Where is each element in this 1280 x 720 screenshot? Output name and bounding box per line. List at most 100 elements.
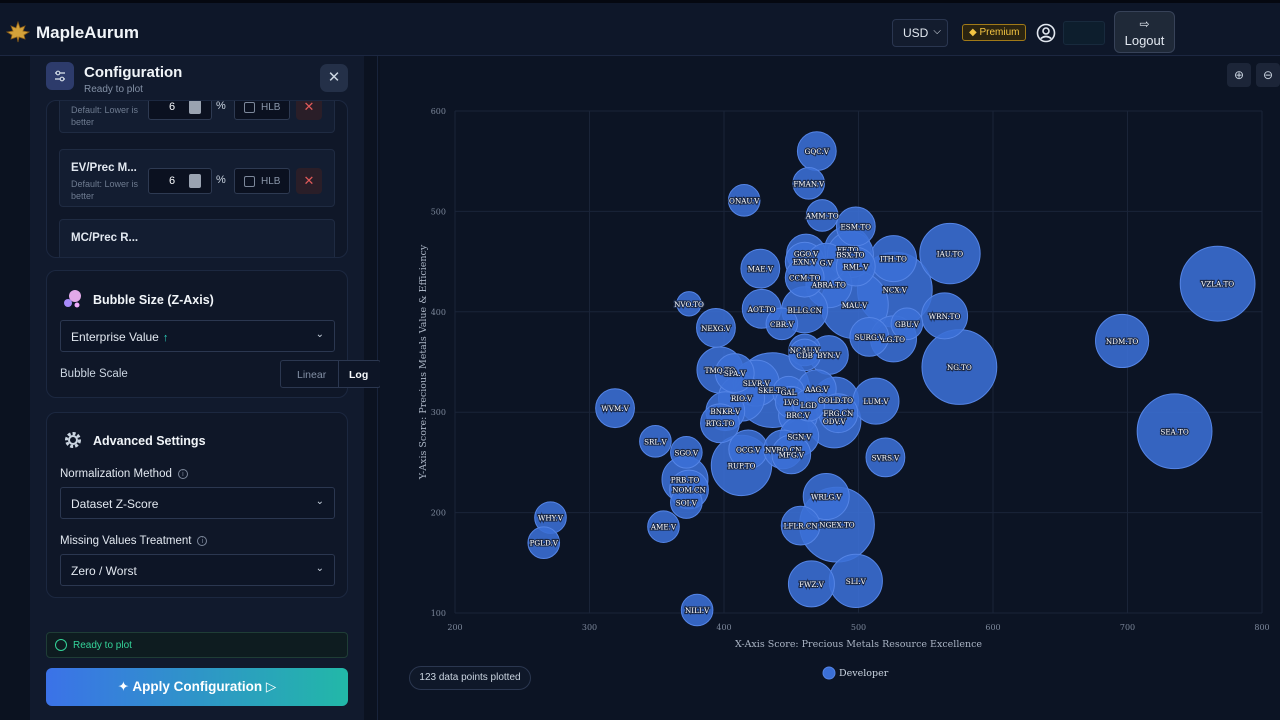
legend-label: Developer (839, 668, 889, 679)
y-tick-label: 300 (431, 408, 446, 417)
metric-name: EV/Prec M... (71, 162, 137, 174)
data-label: SRL.V (644, 437, 667, 446)
data-label: LFLR.CN (784, 522, 818, 531)
bubble-size-card: Bubble Size (Z-Axis) Enterprise Value ↑ ⌄… (46, 270, 381, 398)
stepper-icon[interactable] (189, 174, 201, 188)
premium-badge[interactable]: ◆ Premium (962, 24, 1027, 41)
data-label: SURG.V (855, 333, 885, 342)
data-label: NG.TO (947, 363, 972, 372)
data-label: NOM.CN (672, 486, 706, 495)
metric-default: Default: Lower is better (71, 105, 139, 127)
apply-label: Apply Configuration (132, 679, 263, 694)
hlb-label: HLB (261, 102, 281, 113)
scatter-chart[interactable]: 200 300 400 500 600 700 800100200300400500600X… (380, 56, 1280, 720)
normalization-select[interactable]: Dataset Z-Score ⌄ (60, 487, 335, 519)
bubble-metric-value: Enterprise Value (71, 330, 159, 344)
info-icon[interactable]: i (197, 536, 208, 546)
metric-unit: % (216, 174, 226, 186)
data-label: PRB.TO (671, 475, 700, 484)
data-label: SLVR.V (743, 379, 771, 388)
data-label: RML.V (843, 263, 869, 272)
metric-name: MC/Prec R... (71, 232, 139, 244)
apply-configuration-button[interactable]: ✦ Apply Configuration ▷ (46, 668, 348, 706)
logout-button[interactable]: ⇨ Logout (1114, 11, 1175, 53)
data-label: VZLA.TO (1200, 280, 1234, 289)
bubble-scale-toggle[interactable]: Linear Log (280, 360, 381, 388)
data-label: ODV.V (823, 417, 847, 426)
metric-row: EV/Prec M... Default: Lower is better 6 … (59, 149, 335, 207)
data-label: SEA.TO (1160, 427, 1188, 436)
data-label: WHY.V (538, 514, 564, 523)
user-name-box[interactable] (1063, 21, 1105, 45)
data-label: PGLD.V (530, 539, 559, 548)
currency-select[interactable]: USD ⌵ (892, 19, 948, 47)
status-text: Ready to plot (73, 640, 132, 651)
sparkle-icon: ✦ (117, 679, 130, 694)
scale-log-option[interactable]: Log (349, 369, 368, 381)
data-label: AOT.TO (747, 305, 776, 314)
metric-row: MC/Prec R... (59, 219, 335, 257)
data-label: RUP.TO (728, 461, 756, 470)
x-tick-label: 500 (851, 623, 866, 632)
config-title: Configuration (84, 64, 183, 81)
remove-metric-icon[interactable]: ✕ (296, 101, 322, 120)
data-label: IAU.TO (937, 250, 964, 259)
maple-leaf-icon (6, 21, 30, 43)
top-bar: MapleAurum USD ⌵ ◆ Premium ⇨ Logout (0, 0, 1280, 56)
data-label: WVM.V (601, 404, 629, 413)
brand-name[interactable]: MapleAurum (36, 23, 139, 43)
x-axis-label: X-Axis Score: Precious Metals Resource E… (735, 639, 982, 650)
data-label: CBR.V (770, 320, 794, 329)
data-label: FRG.CN (823, 409, 853, 418)
missing-values-select[interactable]: Zero / Worst ⌄ (60, 554, 335, 586)
checkbox-icon[interactable] (244, 176, 255, 187)
scale-linear-option[interactable]: Linear (297, 369, 326, 381)
data-label: NDM.TO (1106, 337, 1138, 346)
data-label: BYN.V (817, 351, 841, 360)
logout-icon: ⇨ (1139, 17, 1150, 31)
data-label: GQC.V (805, 147, 830, 156)
advanced-settings-title: Advanced Settings (93, 434, 206, 448)
gear-icon (62, 429, 84, 451)
normalization-value: Dataset Z-Score (71, 497, 159, 511)
bubbles-icon (62, 288, 84, 310)
normalization-label-text: Normalization Method (60, 468, 172, 480)
info-icon[interactable]: i (177, 469, 188, 479)
data-label: OCG.V (736, 445, 761, 454)
data-label: MAU.V (842, 301, 868, 310)
data-label: BLLG.CN (788, 306, 822, 315)
data-label: LG.TO (882, 335, 905, 344)
data-label: G.V (820, 259, 834, 268)
data-label: ITH.TO (880, 255, 907, 264)
data-label: SOI.V (676, 499, 698, 508)
data-label: GOLD.TO (818, 396, 853, 405)
remove-metric-icon[interactable]: ✕ (296, 168, 322, 194)
stepper-icon[interactable] (189, 101, 201, 114)
legend-marker (822, 666, 836, 680)
data-label: BSX.TO (836, 251, 864, 260)
status-bar: Ready to plot (46, 632, 348, 658)
metric-list[interactable]: Default: Lower is better 6 % HLB ✕ EV/Pr… (46, 100, 348, 258)
bubble-metric-select[interactable]: Enterprise Value ↑ ⌄ (60, 320, 335, 352)
config-subtitle: Ready to plot (84, 84, 143, 95)
metric-weight-input[interactable]: 6 (148, 101, 212, 120)
y-axis-label: Y-Axis Score: Precious Metals Value & Ef… (418, 244, 429, 480)
metric-row: Default: Lower is better 6 % HLB ✕ (59, 101, 335, 133)
close-icon[interactable]: ✕ (320, 64, 348, 92)
data-label: SPA.V (724, 369, 747, 378)
hlb-toggle[interactable]: HLB (234, 168, 290, 194)
chevron-down-icon: ⌄ (315, 329, 324, 340)
data-label: FWZ.V (799, 580, 825, 589)
bubble-scale-label: Bubble Scale (60, 368, 128, 380)
data-label: SVRS.V (872, 453, 900, 462)
checkbox-icon[interactable] (244, 102, 255, 113)
metric-weight-input[interactable]: 6 (148, 168, 212, 194)
user-account-icon[interactable] (1036, 23, 1056, 43)
hlb-label: HLB (261, 176, 281, 187)
missing-values-value: Zero / Worst (71, 564, 137, 578)
data-label: AAG.V (804, 385, 829, 394)
data-label: RIO.V (731, 394, 753, 403)
hlb-toggle[interactable]: HLB (234, 101, 290, 120)
data-label: ONAU.V (729, 196, 760, 205)
data-label: SLI.V (846, 577, 867, 586)
